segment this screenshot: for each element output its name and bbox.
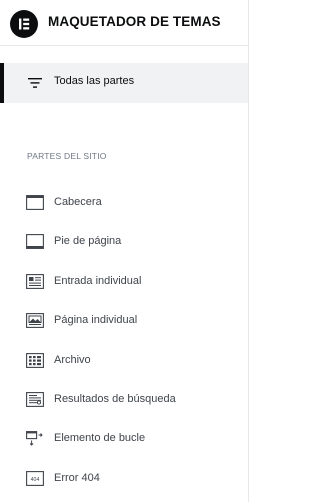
single-post-icon — [26, 273, 44, 289]
archive-icon — [26, 352, 44, 368]
all-parts-label: Todas las partes — [54, 75, 135, 87]
site-part-label: Página individual — [54, 314, 138, 327]
site-part-label: Archivo — [54, 353, 91, 366]
search-results-icon — [26, 392, 44, 407]
error-404-icon: 404 — [26, 470, 44, 486]
site-part-search-results[interactable]: Resultados de búsqueda — [0, 380, 248, 419]
all-parts-item[interactable]: Todas las partes — [0, 63, 248, 103]
footer-template-icon — [26, 234, 44, 250]
site-parts-section-title: PARTES DEL SITIO — [27, 151, 107, 161]
site-part-label: Resultados de búsqueda — [54, 392, 176, 405]
site-part-label: Elemento de bucle — [54, 432, 146, 445]
single-page-icon — [26, 313, 44, 329]
site-part-label: Pie de página — [54, 235, 122, 248]
site-part-archive[interactable]: Archivo — [0, 341, 248, 380]
elementor-logo-icon — [10, 10, 38, 38]
site-part-error-404[interactable]: 404 Error 404 — [0, 459, 248, 498]
loop-item-icon — [26, 431, 43, 447]
svg-text:404: 404 — [31, 477, 40, 483]
filter-lines-icon — [28, 78, 42, 88]
site-part-label: Cabecera — [54, 196, 102, 208]
panel-title: MAQUETADOR DE TEMAS — [48, 14, 221, 29]
site-parts-list: Cabecera Pie de página Entrada individua… — [0, 183, 248, 498]
theme-builder-sidebar: MAQUETADOR DE TEMAS Todas las partes PAR… — [0, 0, 249, 502]
site-part-label: Error 404 — [54, 471, 100, 484]
site-part-header[interactable]: Cabecera — [0, 183, 248, 222]
header-template-icon — [26, 195, 44, 210]
site-part-single-post[interactable]: Entrada individual — [0, 262, 248, 301]
site-part-loop-item[interactable]: Elemento de bucle — [0, 419, 248, 458]
site-part-footer[interactable]: Pie de página — [0, 222, 248, 261]
site-part-label: Entrada individual — [54, 274, 142, 287]
site-part-single-page[interactable]: Página individual — [0, 301, 248, 340]
sidebar-header: MAQUETADOR DE TEMAS — [0, 0, 248, 46]
